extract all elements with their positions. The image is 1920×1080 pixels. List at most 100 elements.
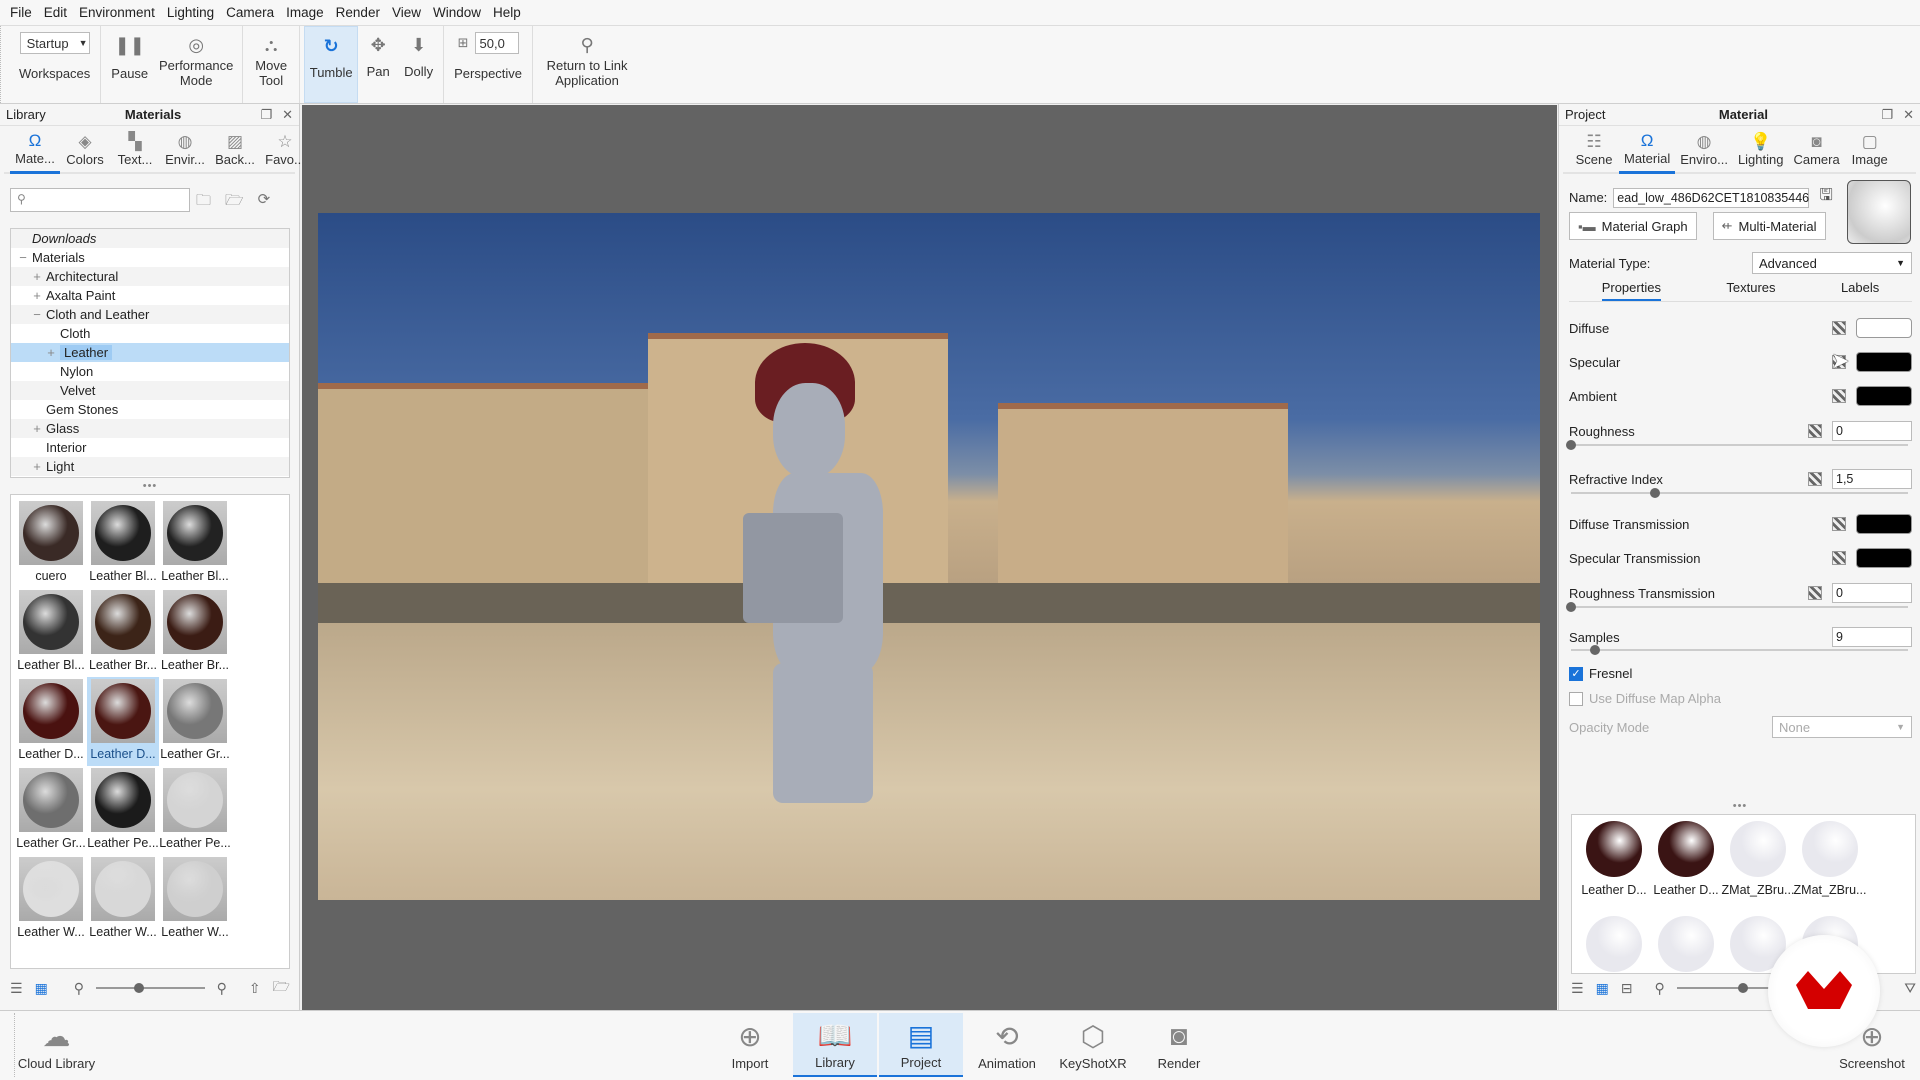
menu-window[interactable]: Window — [427, 5, 487, 20]
tree-item[interactable]: + Architectural — [11, 267, 289, 286]
filter-icon[interactable]: ⛛ — [1904, 980, 1916, 997]
refractive-index-input[interactable]: 1,5 — [1832, 469, 1912, 489]
expand-icon[interactable]: + — [45, 345, 57, 360]
import-folder-icon[interactable]: 🗁 — [225, 190, 244, 215]
texture-map-icon[interactable] — [1832, 389, 1846, 403]
slider-knob[interactable] — [134, 983, 145, 993]
tree-view-icon[interactable]: ⊟ — [1621, 980, 1633, 997]
export-folder-icon[interactable]: 🗁 — [273, 976, 290, 1000]
thumbnail-size-slider[interactable] — [1676, 983, 1779, 993]
render-viewport[interactable] — [302, 105, 1557, 1010]
material-thumbnail[interactable]: Leather Bl... — [15, 588, 87, 677]
expand-icon[interactable]: + — [31, 269, 43, 284]
roughness-transmission-slider[interactable] — [1566, 602, 1908, 612]
render-image[interactable] — [318, 213, 1540, 900]
zoom-out-icon[interactable]: ⚲ — [1655, 980, 1665, 997]
texture-map-icon[interactable] — [1832, 517, 1846, 531]
menu-file[interactable]: File — [4, 5, 38, 20]
dolly-button[interactable]: ⬇ Dolly — [398, 26, 439, 103]
tumble-button[interactable]: ↻ Tumble — [304, 26, 359, 103]
menu-environment[interactable]: Environment — [73, 5, 161, 20]
tree-item[interactable]: + Glass — [11, 419, 289, 438]
render-button[interactable]: ◙ Render — [1137, 1013, 1221, 1077]
splitter-handle[interactable]: ••• — [1559, 800, 1920, 812]
material-thumbnail[interactable]: Leather Gr... — [159, 677, 231, 766]
undock-icon[interactable]: ❐ — [260, 107, 272, 123]
fresnel-checkbox[interactable]: ✓ — [1569, 666, 1583, 681]
opacity-mode-select[interactable]: None ▼ — [1772, 716, 1912, 738]
material-thumbnail[interactable]: Leather Bl... — [159, 499, 231, 588]
material-thumbnail[interactable]: Leather Bl... — [87, 499, 159, 588]
close-icon[interactable]: ✕ — [1903, 107, 1914, 123]
tree-item[interactable]: Nylon — [11, 362, 289, 381]
workspace-select[interactable]: Startup ▼ — [19, 32, 90, 54]
project-material-thumbnail[interactable]: Leather D... — [1650, 821, 1722, 916]
material-thumbnail[interactable]: Leather Pe... — [159, 766, 231, 855]
tab-camera[interactable]: ◙ Camera — [1788, 126, 1844, 172]
library-search-input[interactable]: ⚲ — [10, 188, 190, 212]
material-thumbnail[interactable]: Leather Br... — [87, 588, 159, 677]
return-to-link-button[interactable]: ⚲ Return to Link Application — [537, 26, 637, 103]
subtab-textures[interactable]: Textures — [1726, 280, 1775, 301]
material-graph-button[interactable]: ▪▬ Material Graph — [1569, 212, 1697, 240]
material-thumbnail[interactable]: Leather Gr... — [15, 766, 87, 855]
material-thumbnail[interactable]: Leather D... — [87, 677, 159, 766]
tree-item[interactable]: + Leather — [11, 343, 289, 362]
tree-item[interactable]: Downloads — [11, 229, 289, 248]
list-view-icon[interactable]: ☰ — [1571, 980, 1584, 997]
material-thumbnail[interactable]: Leather Pe... — [87, 766, 159, 855]
refresh-icon[interactable]: ⟳ — [258, 190, 271, 215]
slider-knob[interactable] — [1650, 488, 1661, 498]
tree-item[interactable]: Velvet — [11, 381, 289, 400]
material-thumbnail[interactable]: cuero — [15, 499, 87, 588]
tab-image[interactable]: ▢ Image — [1845, 126, 1895, 172]
pan-button[interactable]: ✥ Pan — [358, 26, 398, 103]
menu-render[interactable]: Render — [330, 5, 386, 20]
tab-materials[interactable]: Ω Mate... — [10, 126, 60, 174]
diffuse-transmission-swatch[interactable] — [1856, 514, 1912, 534]
upload-cloud-icon[interactable]: ⇧ — [249, 980, 261, 997]
tab-colors[interactable]: ◈ Colors — [60, 126, 110, 172]
roughness-transmission-input[interactable]: 0 — [1832, 583, 1912, 603]
animation-button[interactable]: ⟲ Animation — [965, 1013, 1049, 1077]
pause-button[interactable]: ❚❚ Pause — [105, 26, 154, 103]
texture-map-icon[interactable] — [1832, 551, 1846, 565]
material-thumbnail[interactable]: Leather W... — [159, 855, 231, 944]
library-tab[interactable]: Library — [6, 107, 46, 122]
tree-item[interactable]: Gem Stones — [11, 400, 289, 419]
menu-help[interactable]: Help — [487, 5, 527, 20]
tree-item[interactable]: Interior — [11, 438, 289, 457]
menu-view[interactable]: View — [386, 5, 427, 20]
menu-image[interactable]: Image — [280, 5, 330, 20]
samples-slider[interactable] — [1571, 645, 1908, 655]
list-view-icon[interactable]: ☰ — [10, 980, 23, 997]
menu-edit[interactable]: Edit — [38, 5, 73, 20]
tab-lighting[interactable]: 💡 Lighting — [1733, 126, 1789, 172]
samples-input[interactable]: 9 — [1832, 627, 1912, 647]
texture-map-icon[interactable] — [1808, 586, 1822, 600]
close-icon[interactable]: ✕ — [282, 107, 293, 123]
material-name-input[interactable]: ead_low_486D62CET1810835446 — [1613, 187, 1810, 208]
tab-environment[interactable]: ◍ Enviro... — [1675, 126, 1733, 172]
texture-map-icon[interactable] — [1832, 321, 1846, 335]
library-button[interactable]: 📖 Library — [793, 1013, 877, 1077]
project-material-thumbnail[interactable]: ZMat_ZBru... — [1794, 821, 1866, 916]
roughness-input[interactable]: 0 — [1832, 421, 1912, 441]
tree-item[interactable]: + Light — [11, 457, 289, 476]
subtab-properties[interactable]: Properties — [1601, 280, 1661, 301]
tree-item[interactable]: + Axalta Paint — [11, 286, 289, 305]
project-material-thumbnail[interactable]: ZMat_ZBru... — [1722, 821, 1794, 916]
tree-item[interactable]: − Cloth and Leather — [11, 305, 289, 324]
expand-icon[interactable]: + — [31, 459, 43, 474]
roughness-slider[interactable] — [1566, 440, 1908, 450]
specular-transmission-swatch[interactable] — [1856, 548, 1912, 568]
project-button[interactable]: ▤ Project — [879, 1013, 963, 1077]
ambient-color-swatch[interactable] — [1856, 386, 1912, 406]
cloud-library-button[interactable]: ☁ Cloud Library — [14, 1013, 98, 1077]
grid-view-icon[interactable]: ▦ — [1596, 980, 1609, 997]
material-thumbnail[interactable]: Leather Br... — [159, 588, 231, 677]
tab-textures[interactable]: ▚ Text... — [110, 126, 160, 172]
slider-knob[interactable] — [1737, 983, 1748, 993]
collapse-icon[interactable]: − — [17, 250, 29, 265]
zoom-in-icon[interactable]: ⚲ — [217, 980, 227, 997]
